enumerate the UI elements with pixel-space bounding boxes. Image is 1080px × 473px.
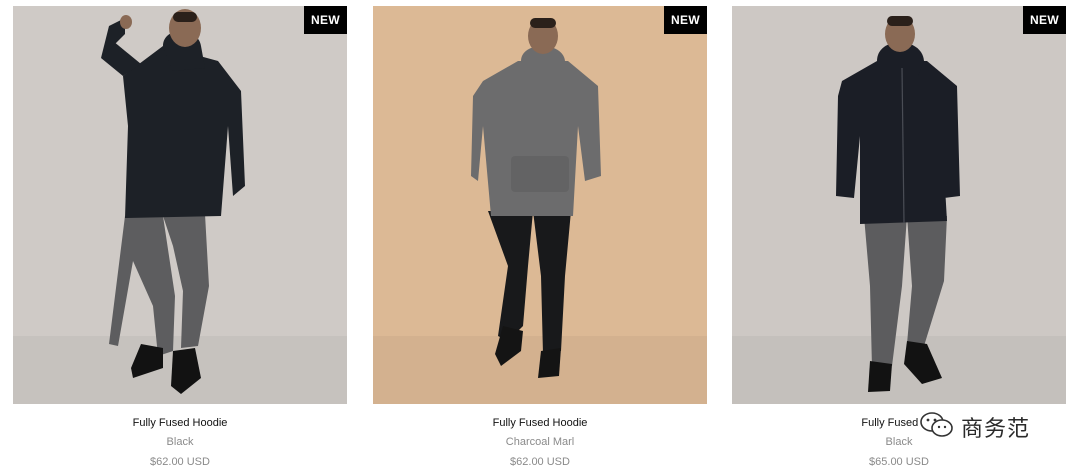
product-image[interactable]: NEW [373,6,707,404]
product-meta: Fully Fused Hoodie Black $62.00 USD [13,416,347,469]
model-photo [732,6,1066,404]
product-image[interactable]: NEW [13,6,347,404]
product-price: $62.00 USD [150,456,210,468]
product-color: Charcoal Marl [505,436,575,448]
watermark-text: 商务范 [961,417,1031,442]
product-price: $62.00 USD [510,456,570,468]
model-photo [13,6,347,404]
product-name[interactable]: Fully Fused Hoodie [13,416,347,430]
product-name[interactable]: Fully Fused Hoodie [373,416,707,430]
product-color: Black [166,436,194,448]
product-card[interactable]: NEW Fully Fused Hoodie Charcoal Marl $62… [373,6,707,469]
watermark: 商务范 [919,405,1059,449]
model-photo [373,6,707,404]
product-card[interactable]: NEW Fully Fused Hoodie Black $62.00 USD [13,6,347,469]
product-grid: NEW Fully Fused Hoodie Black $62.00 USD [0,0,1080,473]
wechat-icon [919,410,955,445]
product-image[interactable]: NEW [732,6,1066,404]
new-badge: NEW [304,6,347,34]
new-badge: NEW [1023,6,1066,34]
new-badge: NEW [664,6,707,34]
product-price: $65.00 USD [869,456,929,468]
product-card[interactable]: NEW Fully Fused Zip Black $65.00 USD [732,6,1066,469]
product-meta: Fully Fused Hoodie Charcoal Marl $62.00 … [373,416,707,469]
